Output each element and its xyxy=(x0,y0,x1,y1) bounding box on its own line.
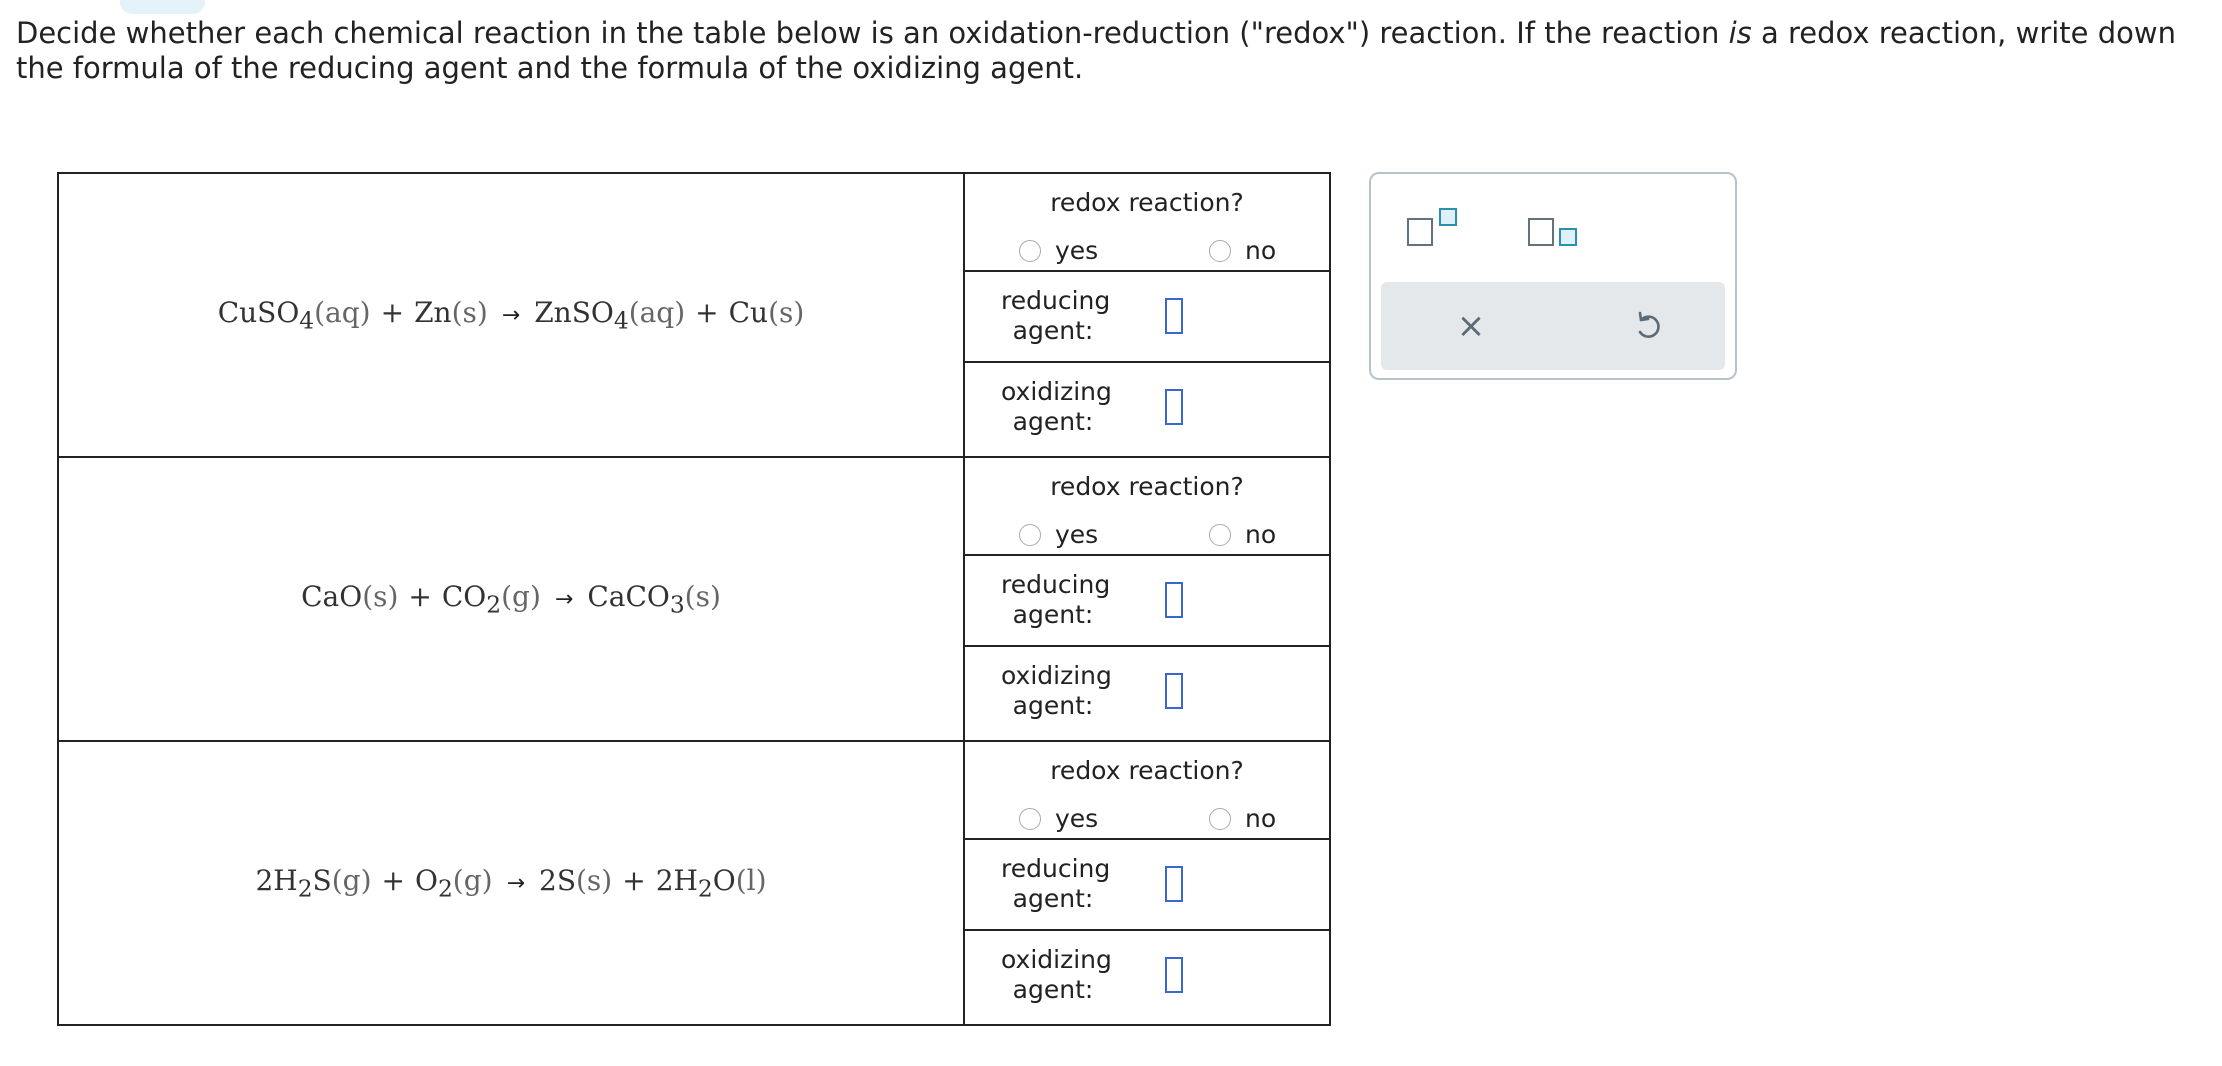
redox-question-label: redox reaction? xyxy=(1050,472,1244,501)
reaction-arrow: → xyxy=(506,870,525,896)
control-cell-2: redox reaction? yes no reducing agent: o… xyxy=(963,456,1331,742)
redox-question-1: redox reaction? yes no xyxy=(965,174,1329,272)
oxidizing-agent-input-3[interactable] xyxy=(1165,957,1183,993)
reducing-agent-input-1[interactable] xyxy=(1165,298,1183,334)
top-tab-decoration xyxy=(120,0,205,14)
subscript-template-icon[interactable] xyxy=(1528,208,1580,248)
equation-2: CaO(s) + CO2(g) → CaCO3(s) xyxy=(301,579,721,619)
reaction-arrow: → xyxy=(501,302,521,328)
reducing-agent-row-2: reducing agent: xyxy=(965,556,1329,647)
redox-question-2: redox reaction? yes no xyxy=(965,458,1329,556)
reducing-agent-label: reducing agent: xyxy=(1001,286,1111,345)
equation-cell-3: 2H2S(g) + O2(g) → 2S(s) +2H2O(l) xyxy=(57,740,965,1026)
reaction-table: CuSO4(aq) + Zn(s) → ZnSO4(aq) + Cu(s) redox re… xyxy=(57,172,1331,1026)
redox-question-3: redox reaction? yes no xyxy=(965,742,1329,840)
prompt-emphasis: is xyxy=(1728,16,1752,50)
reducing-agent-label: reducing agent: xyxy=(1001,570,1111,629)
redox-question-label: redox reaction? xyxy=(1050,188,1244,217)
equation-1: CuSO4(aq) + Zn(s) → ZnSO4(aq) + Cu(s) xyxy=(217,295,805,335)
oxidizing-agent-input-2[interactable] xyxy=(1165,673,1183,709)
reaction-row-1: CuSO4(aq) + Zn(s) → ZnSO4(aq) + Cu(s) redox re… xyxy=(57,172,1331,458)
question-prompt: Decide whether each chemical reaction in… xyxy=(16,16,2206,86)
radio-no-1[interactable]: no xyxy=(1209,236,1276,265)
reducing-agent-input-3[interactable] xyxy=(1165,866,1183,902)
control-cell-3: redox reaction? yes no reducing agent: o… xyxy=(963,740,1331,1026)
radio-circle[interactable] xyxy=(1209,807,1231,830)
equation-cell-1: CuSO4(aq) + Zn(s) → ZnSO4(aq) + Cu(s) xyxy=(57,172,965,458)
oxidizing-agent-row-3: oxidizing agent: xyxy=(965,931,1329,1024)
undo-icon[interactable] xyxy=(1628,306,1668,346)
control-cell-1: redox reaction? yes no reducing agent: o… xyxy=(963,172,1331,458)
toolbox-action-bar: × xyxy=(1381,282,1725,370)
radio-circle[interactable] xyxy=(1209,523,1231,546)
radio-circle[interactable] xyxy=(1019,523,1041,546)
reaction-row-3: 2H2S(g) + O2(g) → 2S(s) +2H2O(l) redox reacti… xyxy=(57,740,1331,1026)
prompt-text-part1: Decide whether each chemical reaction in… xyxy=(16,16,1729,50)
radio-yes-3[interactable]: yes xyxy=(1019,804,1098,833)
equation-cell-2: CaO(s) + CO2(g) → CaCO3(s) xyxy=(57,456,965,742)
oxidizing-agent-label: oxidizing agent: xyxy=(1001,945,1112,1004)
radio-circle[interactable] xyxy=(1209,239,1231,262)
radio-yes-2[interactable]: yes xyxy=(1019,520,1098,549)
formula-toolbox: × xyxy=(1369,172,1737,380)
radio-circle[interactable] xyxy=(1019,239,1041,262)
reducing-agent-row-1: reducing agent: xyxy=(965,272,1329,363)
oxidizing-agent-row-2: oxidizing agent: xyxy=(965,647,1329,740)
oxidizing-agent-label: oxidizing agent: xyxy=(1001,377,1112,436)
radio-circle[interactable] xyxy=(1019,807,1041,830)
oxidizing-agent-input-1[interactable] xyxy=(1165,389,1183,425)
reducing-agent-label: reducing agent: xyxy=(1001,854,1111,913)
oxidizing-agent-label: oxidizing agent: xyxy=(1001,661,1112,720)
reducing-agent-input-2[interactable] xyxy=(1165,582,1183,618)
redox-question-label: redox reaction? xyxy=(1050,756,1244,785)
radio-no-2[interactable]: no xyxy=(1209,520,1276,549)
close-icon[interactable]: × xyxy=(1451,306,1491,346)
radio-yes-1[interactable]: yes xyxy=(1019,236,1098,265)
superscript-template-icon[interactable] xyxy=(1407,208,1457,248)
equation-3: 2H2S(g) + O2(g) → 2S(s) +2H2O(l) xyxy=(255,863,767,903)
reducing-agent-row-3: reducing agent: xyxy=(965,840,1329,931)
reaction-row-2: CaO(s) + CO2(g) → CaCO3(s) redox reaction? y… xyxy=(57,456,1331,742)
radio-no-3[interactable]: no xyxy=(1209,804,1276,833)
reaction-arrow: → xyxy=(554,586,574,612)
oxidizing-agent-row-1: oxidizing agent: xyxy=(965,363,1329,456)
